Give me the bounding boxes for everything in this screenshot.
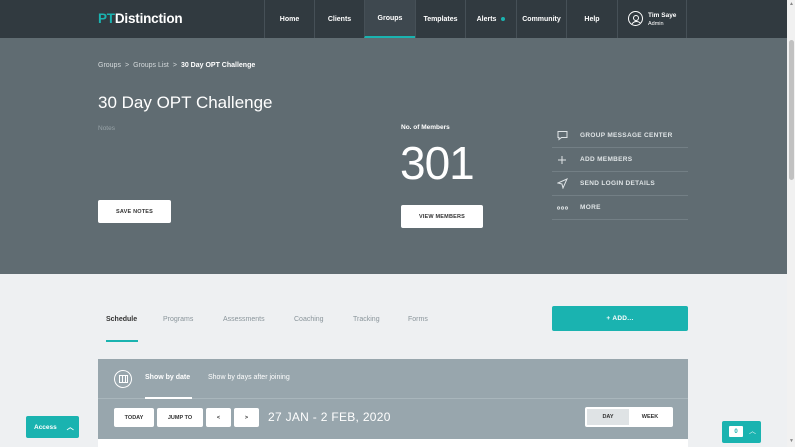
scrollbar-thumb[interactable] [789,40,794,180]
scroll-down-icon[interactable]: ▼ [789,438,794,444]
page-title: 30 Day OPT Challenge [98,93,273,112]
active-tab-indicator [106,340,138,342]
user-name: Tim Saye [648,12,677,19]
save-notes-button[interactable]: SAVE NOTES [98,200,171,223]
breadcrumb-separator: > [124,62,130,69]
nav-groups[interactable]: Groups [364,0,415,38]
nav-community[interactable]: Community [516,0,566,38]
notes-field[interactable]: Notes [98,125,115,132]
members-count: 301 [400,137,475,189]
nav-templates[interactable]: Templates [415,0,465,38]
plus-icon [556,154,568,166]
view-members-button[interactable]: VIEW MEMBERS [401,205,483,228]
tab-forms[interactable]: Forms [408,316,428,323]
scroll-up-icon[interactable]: ▲ [789,1,794,7]
logo-text: Distinction [114,11,183,26]
date-range: 27 JAN - 2 FEB, 2020 [268,410,391,424]
tab-coaching[interactable]: Coaching [294,316,324,323]
view-toggle: DAY WEEK [585,407,673,427]
chevron-up-icon: ︿ [749,428,756,435]
show-by-date-tab[interactable]: Show by date [145,374,190,381]
logo-pt: PT [98,11,115,26]
tab-schedule[interactable]: Schedule [106,316,137,323]
show-by-days-tab[interactable]: Show by days after joining [208,374,290,381]
nav-community-label: Community [522,15,561,23]
nav-alerts[interactable]: Alerts [465,0,516,38]
calendar-grid [98,439,688,447]
today-button[interactable]: TODAY [114,408,154,427]
brand-logo[interactable]: PTDistinction [98,11,183,26]
access-label: Access [34,423,57,431]
nav-groups-label: Groups [377,14,403,22]
nav-templates-label: Templates [423,15,458,23]
chevron-up-icon: ︿ [66,424,74,431]
mode-indicator [145,397,192,399]
top-navbar: PTDistinction Home Clients Groups Templa… [0,0,787,38]
prev-week-button[interactable]: < [206,408,231,427]
schedule-mode-bar: Show by date Show by days after joining [98,359,688,399]
chat-count-icon: 0 [729,426,743,437]
chat-button[interactable]: 0 ︿ [722,421,761,443]
group-actions: GROUP MESSAGE CENTER ADD MEMBERS SEND LO… [552,124,688,220]
next-label: > [244,414,249,421]
user-role: Admin [648,21,664,27]
view-members-label: VIEW MEMBERS [418,213,466,220]
alert-dot-icon [501,17,506,21]
message-icon [556,130,568,142]
group-message-center-link[interactable]: GROUP MESSAGE CENTER [552,124,688,148]
nav-home-label: Home [279,15,300,23]
more-link[interactable]: MORE [552,196,688,220]
breadcrumb-separator: > [172,62,177,69]
nav-help-label: Help [584,15,600,23]
group-message-center-label: GROUP MESSAGE CENTER [580,132,673,139]
user-menu[interactable]: Tim Saye Admin [617,0,687,38]
nav-clients-label: Clients [327,15,352,23]
members-label: No. of Members [401,124,450,131]
add-button[interactable]: + ADD... [552,306,688,331]
breadcrumb: Groups > Groups List >30 Day OPT Challenge [98,62,255,69]
today-label: TODAY [124,414,144,421]
nav-alerts-label: Alerts [476,15,497,23]
more-label: MORE [580,204,601,211]
send-login-details-link[interactable]: SEND LOGIN DETAILS [552,172,688,196]
breadcrumb-current: 30 Day OPT Challenge [180,62,256,69]
tab-tracking[interactable]: Tracking [353,316,380,323]
jump-to-label: JUMP TO [167,414,193,421]
breadcrumb-groups-list[interactable]: Groups List [133,62,169,69]
add-members-link[interactable]: ADD MEMBERS [552,148,688,172]
view-week-button[interactable]: WEEK [629,409,671,425]
schedule-panel: Show by date Show by days after joining … [98,359,688,439]
calendar-icon [114,370,132,388]
tab-assessments[interactable]: Assessments [223,316,265,323]
group-header: Groups > Groups List >30 Day OPT Challenge … [0,38,787,274]
jump-to-button[interactable]: JUMP TO [157,408,203,427]
nav-help[interactable]: Help [566,0,617,38]
nav-home[interactable]: Home [264,0,314,38]
send-login-details-label: SEND LOGIN DETAILS [580,180,655,187]
next-week-button[interactable]: > [234,408,259,427]
view-day-button[interactable]: DAY [587,409,629,425]
send-icon [556,178,568,190]
breadcrumb-groups[interactable]: Groups [98,62,121,69]
add-members-label: ADD MEMBERS [580,156,633,163]
user-avatar-icon [628,11,643,26]
prev-label: < [216,414,221,421]
nav-clients[interactable]: Clients [314,0,364,38]
more-dots-icon [556,202,568,214]
tab-programs[interactable]: Programs [163,316,193,323]
save-notes-label: SAVE NOTES [115,208,154,215]
access-button[interactable]: Access ︿ [26,416,79,438]
add-button-label: + ADD... [606,315,634,322]
